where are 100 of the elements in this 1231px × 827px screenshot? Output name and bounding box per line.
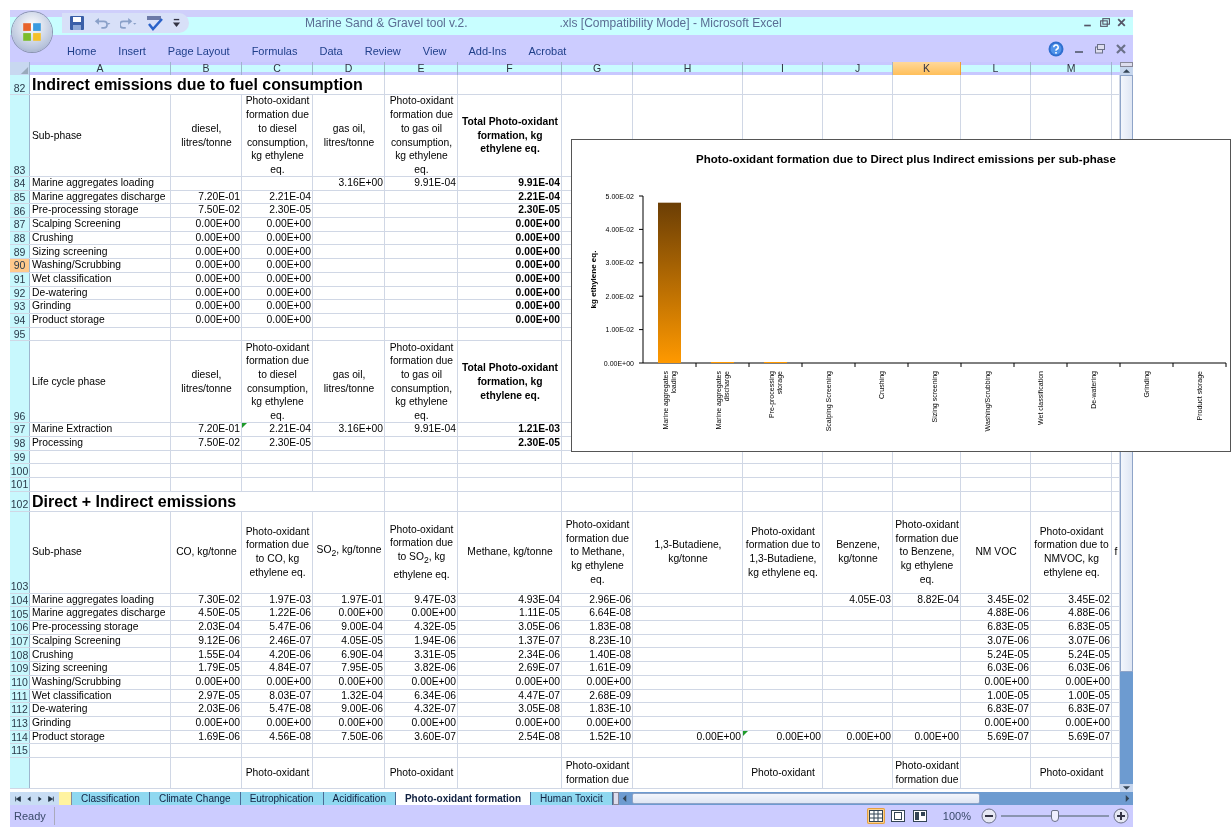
next-sheet-icon[interactable] [36,794,44,803]
row-header[interactable]: 85 [10,190,30,204]
column-header[interactable]: I [743,62,823,75]
ribbon-tab[interactable]: Review [353,44,412,57]
row-header[interactable]: 108 [10,648,30,662]
scrollbar-thumb[interactable] [631,793,980,804]
table-cell: Sizing screening [32,662,108,675]
first-sheet-icon[interactable] [14,794,22,803]
column-header[interactable]: C [242,62,313,75]
table-cell: 3.60E-07 [414,730,456,744]
row-header[interactable]: 102 [10,491,30,511]
zoom-out-button[interactable] [981,808,997,824]
row-header[interactable]: 115 [10,744,30,757]
column-header[interactable]: H [633,62,743,75]
row-header[interactable]: 112 [10,703,30,716]
zoom-in-button[interactable] [1113,808,1129,824]
row-header[interactable]: 86 [10,204,30,218]
column-header[interactable]: M [1031,62,1112,75]
row-header[interactable]: 114 [10,730,30,744]
previous-sheet-icon[interactable] [25,794,33,803]
sheet-tab-stub[interactable] [59,792,72,805]
table-cell: 1.61E-09 [589,662,631,675]
row-header[interactable]: 110 [10,675,30,689]
row-header[interactable]: 97 [10,423,30,436]
row-header[interactable]: 95 [10,327,30,341]
ribbon-tab[interactable]: Home [56,44,108,57]
zoom-level[interactable]: 100% [942,810,971,822]
row-header[interactable]: 105 [10,607,30,621]
sheet-tab[interactable]: Classification [72,792,150,805]
row-header[interactable]: 111 [10,689,30,703]
column-header[interactable]: E [385,62,458,75]
scrollbar-thumb[interactable] [1120,75,1133,139]
scroll-right-icon[interactable] [1124,794,1131,803]
scroll-left-icon[interactable] [620,794,628,803]
ribbon-tab[interactable]: Page Layout [156,44,241,57]
ribbon-tab[interactable]: Data [308,44,354,57]
row-header[interactable]: 103 [10,511,30,593]
sheet-tab[interactable]: Acidification [323,792,396,805]
zoom-slider-thumb[interactable] [1051,810,1059,822]
normal-view-button[interactable] [866,808,885,824]
column-header[interactable]: K [893,62,961,75]
ribbon-tab[interactable]: View [411,44,458,57]
row-header[interactable]: 96 [10,341,30,423]
row-header[interactable]: 98 [10,436,30,450]
ribbon-tab[interactable]: Add-Ins [457,44,518,57]
row-header[interactable]: 104 [10,593,30,607]
column-header[interactable]: G [562,62,633,75]
close-icon[interactable] [1116,17,1127,28]
column-header[interactable]: F [458,62,562,75]
row-header[interactable]: 91 [10,272,30,286]
row-header[interactable]: 88 [10,231,30,245]
row-header[interactable]: 83 [10,95,30,176]
row-header[interactable]: 94 [10,313,30,327]
help-icon[interactable] [1048,40,1064,57]
save-icon[interactable] [68,14,86,31]
row-header[interactable]: 109 [10,662,30,675]
sheet-tab[interactable]: Climate Change [149,792,241,805]
row-header[interactable]: 93 [10,300,30,313]
table-cell: 6.83E-05 [1068,621,1110,634]
row-header[interactable]: 84 [10,177,30,190]
scroll-up-button[interactable] [1120,67,1133,75]
row-header[interactable]: 90 [10,259,30,272]
row-header[interactable]: 101 [10,478,30,491]
column-heading: CO, kg/tonne [176,545,237,560]
tab-split-handle[interactable] [612,792,619,805]
spell-check-icon[interactable] [146,14,164,31]
close-icon[interactable] [1115,42,1127,55]
ribbon-tab[interactable]: Formulas [240,44,309,57]
table-cell: 8.03E-07 [269,689,311,703]
column-heading: Photo-oxidant formation due to diesel consumption, kg ethylene eq. [244,340,311,423]
column-header[interactable]: B [171,62,242,75]
sheet-tab[interactable]: Eutrophication [240,792,324,805]
row-header[interactable]: 82 [10,75,30,94]
row-header[interactable]: 99 [10,450,30,464]
sheet-tab[interactable]: Human Toxicit [531,792,613,805]
row-header[interactable]: 87 [10,218,30,231]
ribbon-tab[interactable]: Acrobat [517,44,578,57]
row-header[interactable]: 107 [10,634,30,648]
row-header[interactable]: 89 [10,245,30,259]
row-header[interactable]: 92 [10,286,30,300]
table-cell: Crushing [32,648,74,662]
page-break-view-button[interactable] [910,808,929,824]
table-cell: 5.47E-08 [269,703,311,716]
ribbon-tab[interactable]: Insert [107,44,157,57]
row-header[interactable]: 106 [10,621,30,634]
page-layout-view-button[interactable] [888,808,907,824]
column-header[interactable]: D [313,62,385,75]
restore-icon[interactable] [1094,42,1106,55]
column-header[interactable]: A [30,62,171,75]
scrollbar-thumb[interactable] [1120,452,1133,672]
customize-dropdown-icon[interactable] [172,17,181,28]
column-header[interactable]: L [961,62,1031,75]
table-cell: 5.69E-07 [987,730,1029,744]
scroll-down-button[interactable] [1120,784,1133,792]
row-header[interactable]: 113 [10,716,30,730]
bar-chart[interactable] [571,139,1231,452]
restore-icon[interactable] [1099,17,1110,28]
sheet-tab[interactable]: Photo-oxidant formation [395,792,532,805]
row-header[interactable]: 100 [10,464,30,477]
last-sheet-icon[interactable] [47,794,55,803]
